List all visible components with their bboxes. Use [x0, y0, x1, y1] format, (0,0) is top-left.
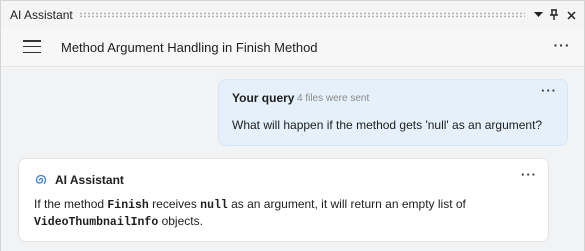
message-text-segment: receives — [148, 197, 201, 211]
chevron-down-icon[interactable] — [531, 7, 545, 23]
chat-area[interactable]: Your query 4 files were sent ··· What wi… — [1, 68, 584, 251]
assistant-message-sender: AI Assistant — [55, 173, 124, 187]
more-horizontal-icon[interactable]: ··· — [552, 37, 572, 55]
user-message: Your query 4 files were sent ··· What wi… — [218, 79, 568, 146]
conversation-title: Method Argument Handling in Finish Metho… — [61, 40, 318, 55]
user-message-text: What will happen if the method gets 'nul… — [232, 118, 543, 132]
message-text-segment: objects. — [158, 214, 203, 228]
close-icon[interactable] — [564, 7, 578, 23]
more-horizontal-icon[interactable]: ··· — [519, 168, 539, 185]
inline-code: null — [200, 199, 228, 212]
titlebar-drag-grip[interactable] — [79, 12, 525, 18]
conversation-header: Method Argument Handling in Finish Metho… — [1, 29, 584, 67]
inline-code: Finish — [107, 199, 149, 212]
user-message-attachments[interactable]: 4 files were sent — [297, 93, 369, 104]
tool-window-title: AI Assistant — [10, 8, 73, 22]
ai-assistant-tool-window: AI Assistant Method Argument Handling in… — [0, 0, 585, 251]
message-text-segment: as an argument, it will return an empty … — [227, 197, 466, 211]
more-horizontal-icon[interactable]: ··· — [539, 84, 559, 101]
assistant-message-line: If the method Finish receives null as an… — [34, 197, 466, 212]
message-text-segment: If the method — [34, 197, 108, 211]
tool-window-titlebar[interactable]: AI Assistant — [1, 1, 584, 29]
assistant-message: AI Assistant ··· If the method Finish re… — [18, 158, 549, 242]
ai-spiral-icon — [34, 173, 48, 187]
hamburger-icon[interactable] — [23, 40, 41, 54]
assistant-message-line: VideoThumbnailInfo objects. — [34, 214, 203, 229]
inline-code: VideoThumbnailInfo — [34, 216, 159, 229]
user-message-sender: Your query — [232, 91, 295, 105]
pin-icon[interactable] — [547, 7, 561, 23]
